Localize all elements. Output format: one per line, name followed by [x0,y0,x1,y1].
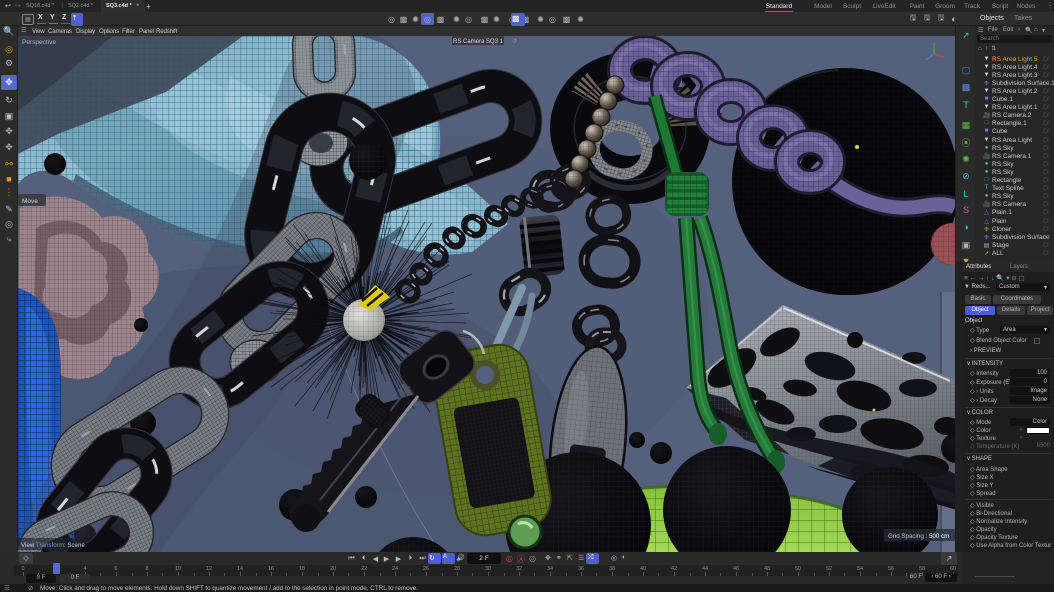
svg-text:View Transform: Scene: View Transform: Scene [21,542,85,549]
svg-text:↺: ↺ [512,38,517,45]
svg-text:Grid Spacing : 500 cm: Grid Spacing : 500 cm [888,533,949,540]
svg-text:Perspective: Perspective [22,39,56,46]
svg-text:Move: Move [22,198,38,205]
svg-text:RS Camera SQ3 1: RS Camera SQ3 1 [453,39,504,45]
